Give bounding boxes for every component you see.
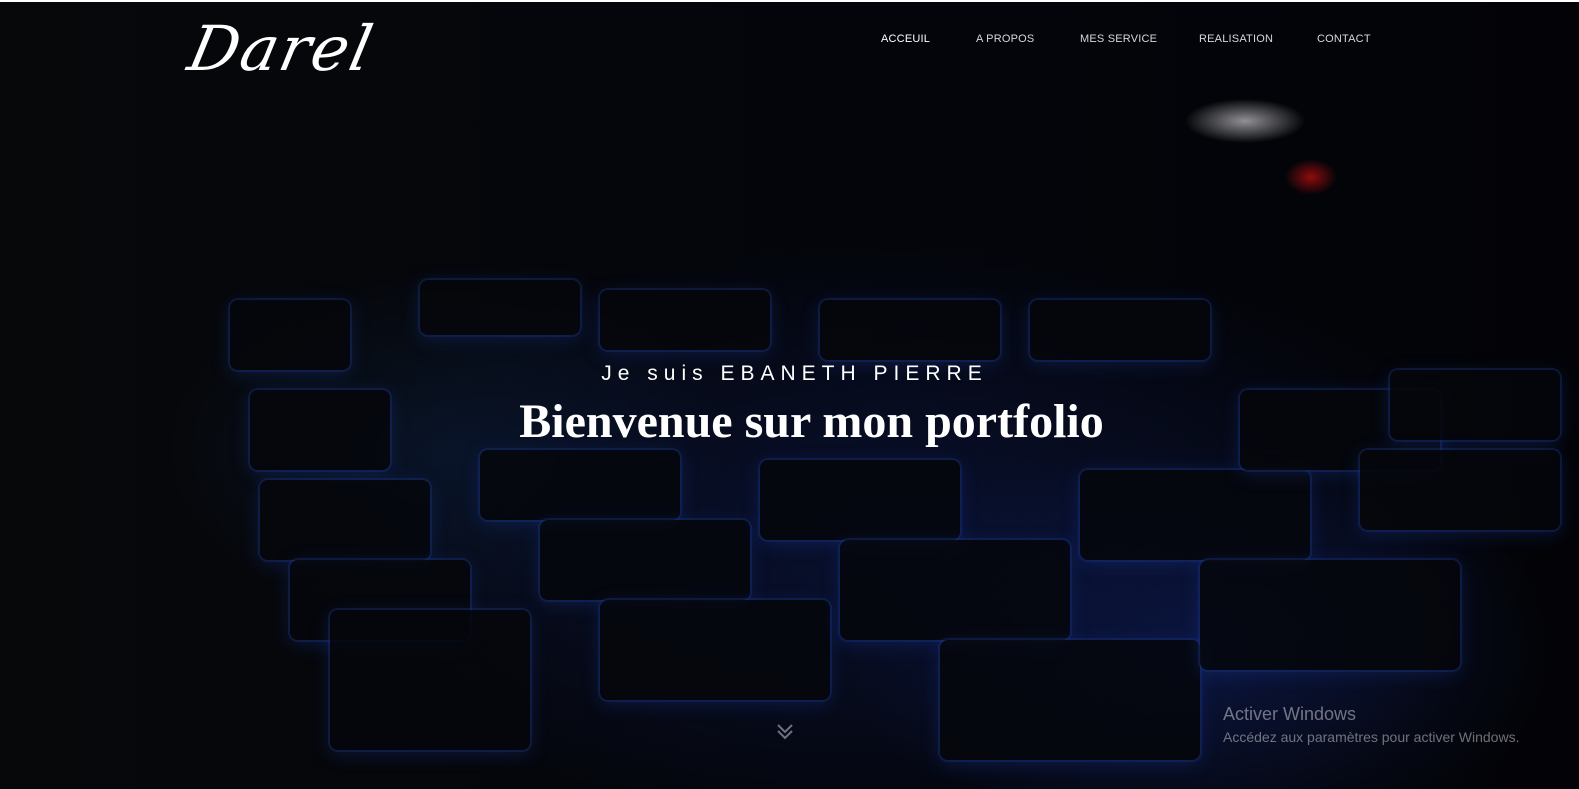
hero-subtitle: Je suis EBANETH PIERRE (601, 362, 988, 385)
main-nav: ACCEUIL A PROPOS MES SERVICE REALISATION… (0, 33, 1579, 53)
nav-item-realisation[interactable]: REALISATION (1199, 33, 1273, 45)
nav-item-acceuil[interactable]: ACCEUIL (881, 33, 930, 45)
nav-item-mes-service[interactable]: MES SERVICE (1080, 33, 1157, 45)
portfolio-page: Darel ACCEUIL A PROPOS MES SERVICE REALI… (0, 0, 1579, 789)
nav-item-a-propos[interactable]: A PROPOS (976, 33, 1034, 45)
top-border (0, 0, 1579, 2)
hero-title: Bienvenue sur mon portfolio (519, 395, 1104, 448)
windows-activation-watermark: Activer Windows Accédez aux paramètres p… (1223, 704, 1519, 745)
chevron-double-down-icon[interactable] (775, 720, 795, 744)
watermark-title: Activer Windows (1223, 704, 1357, 724)
nav-item-contact[interactable]: CONTACT (1317, 33, 1371, 45)
watermark-subtitle: Accédez aux paramètres pour activer Wind… (1223, 729, 1520, 745)
